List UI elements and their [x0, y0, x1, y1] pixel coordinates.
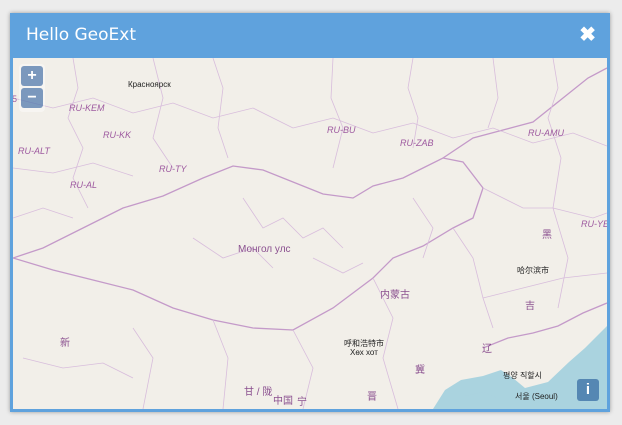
region-label-ru-kem: RU-KEM [69, 103, 105, 113]
country-label-china: 中国 [273, 396, 293, 407]
region-label-ru-al: RU-AL [70, 180, 98, 190]
region-label-ru-zab: RU-ZAB [400, 138, 434, 148]
region-label-liao: 辽 [482, 344, 492, 355]
region-label-hei: 黑 [542, 230, 552, 241]
city-label-hohhot-mn: Хөх хот [350, 348, 378, 357]
region-label-ru-alt: RU-ALT [18, 146, 50, 156]
city-label-pyongyang: 평양 직할시 [503, 371, 543, 380]
window-titlebar[interactable]: Hello GeoExt ✖ [10, 13, 610, 57]
zoom-in-button[interactable]: + [21, 66, 43, 86]
region-label-inner-mongolia: 内蒙古 [380, 290, 410, 301]
city-label-seoul: 서울 (Seoul) [515, 392, 558, 401]
region-label-gansu: 甘 / 陇 [244, 387, 273, 398]
map-viewport[interactable]: + − 5 RU-KEM RU-KK RU-ALT RU-AL RU-TY RU… [13, 58, 607, 409]
region-label-ru-kk: RU-KK [103, 130, 132, 140]
region-label-ji2: 冀 [415, 365, 425, 376]
region-label-ji: 吉 [525, 301, 535, 312]
close-icon[interactable]: ✖ [579, 23, 596, 47]
attribution-info-button[interactable]: i [577, 379, 599, 401]
zoom-out-button[interactable]: − [21, 88, 43, 108]
map-edge-label: 5 [13, 94, 18, 104]
region-label-ru-amu: RU-AMU [528, 128, 564, 138]
city-label-krasnoyarsk: Красноярск [128, 80, 171, 89]
city-label-harbin: 哈尔滨市 [517, 266, 549, 275]
geoext-window: Hello GeoExt ✖ + − 5 RU-KEM RU-KK RU-ALT… [10, 13, 610, 412]
region-label-xin: 新 [60, 338, 70, 349]
region-label-ning: 宁 [297, 397, 307, 408]
zoom-control: + − [21, 66, 46, 110]
window-title: Hello GeoExt [26, 25, 136, 45]
country-label-mongolia: Монгол улс [238, 244, 291, 255]
region-label-ru-ty: RU-TY [159, 164, 187, 174]
region-label-ru-ye: RU-YE [581, 219, 607, 229]
region-label-jin: 晋 [367, 392, 377, 403]
region-label-ru-bu: RU-BU [327, 125, 356, 135]
